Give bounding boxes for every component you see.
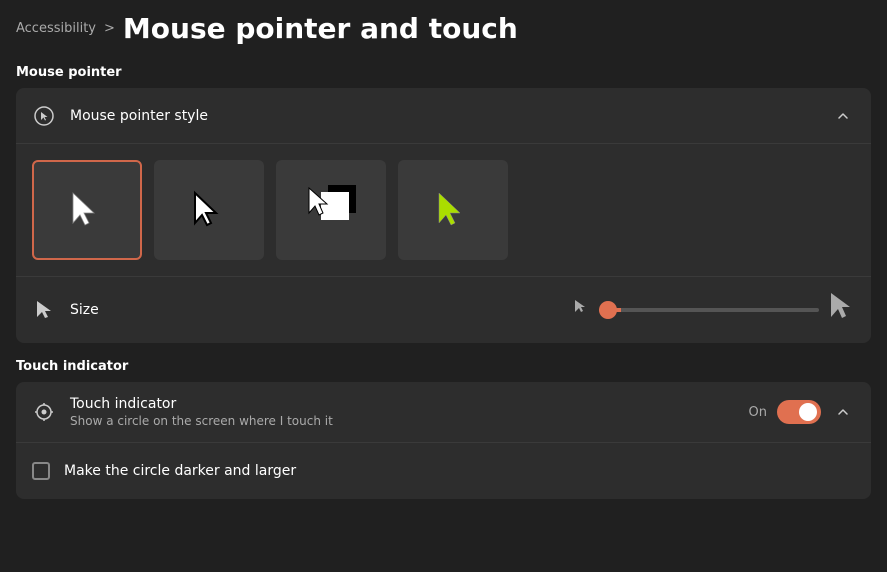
size-row: Size	[16, 277, 871, 343]
breadcrumb-link[interactable]: Accessibility	[16, 21, 96, 36]
cursor-options-row	[16, 144, 871, 277]
cursor-option-custom[interactable]	[398, 160, 508, 260]
cursor-option-inverted[interactable]	[276, 160, 386, 260]
size-row-content: Size	[70, 302, 573, 318]
toggle-thumb	[799, 403, 817, 421]
touch-indicator-icon	[32, 400, 56, 424]
size-small-icon	[573, 298, 589, 322]
mouse-pointer-style-actions	[831, 104, 855, 128]
checkbox-row: Make the circle darker and larger	[16, 443, 871, 499]
size-large-icon	[829, 291, 855, 329]
cursor-option-white[interactable]	[32, 160, 142, 260]
touch-indicator-subtitle: Show a circle on the screen where I touc…	[70, 414, 749, 428]
mouse-pointer-style-title: Mouse pointer style	[70, 108, 831, 124]
header: Accessibility > Mouse pointer and touch	[16, 0, 871, 61]
touch-indicator-actions: On	[749, 400, 855, 424]
touch-indicator-card: Touch indicator Show a circle on the scr…	[16, 382, 871, 499]
breadcrumb-separator: >	[104, 21, 115, 36]
cursor-option-outline[interactable]	[154, 160, 264, 260]
page-title: Mouse pointer and touch	[123, 12, 518, 45]
cursor-grid	[32, 160, 855, 260]
touch-indicator-title: Touch indicator	[70, 396, 749, 412]
mouse-pointer-card: Mouse pointer style	[16, 88, 871, 343]
touch-indicator-section: Touch indicator Touch indicator Show a c…	[16, 359, 871, 499]
touch-indicator-section-label: Touch indicator	[16, 359, 871, 374]
mouse-pointer-style-content: Mouse pointer style	[70, 108, 831, 124]
touch-indicator-content: Touch indicator Show a circle on the scr…	[70, 396, 749, 428]
mouse-pointer-section-label: Mouse pointer	[16, 65, 871, 80]
darker-larger-checkbox[interactable]	[32, 462, 50, 480]
touch-indicator-collapse-button[interactable]	[831, 400, 855, 424]
collapse-button[interactable]	[831, 104, 855, 128]
touch-indicator-main-row: Touch indicator Show a circle on the scr…	[16, 382, 871, 443]
size-slider[interactable]	[599, 308, 819, 312]
size-slider-container	[573, 291, 855, 329]
touch-indicator-toggle[interactable]	[777, 400, 821, 424]
toggle-on-label: On	[749, 405, 767, 420]
size-row-icon	[32, 298, 56, 322]
mouse-pointer-style-row: Mouse pointer style	[16, 88, 871, 144]
size-label: Size	[70, 302, 573, 318]
checkbox-label: Make the circle darker and larger	[64, 463, 296, 479]
cursor-style-icon	[32, 104, 56, 128]
